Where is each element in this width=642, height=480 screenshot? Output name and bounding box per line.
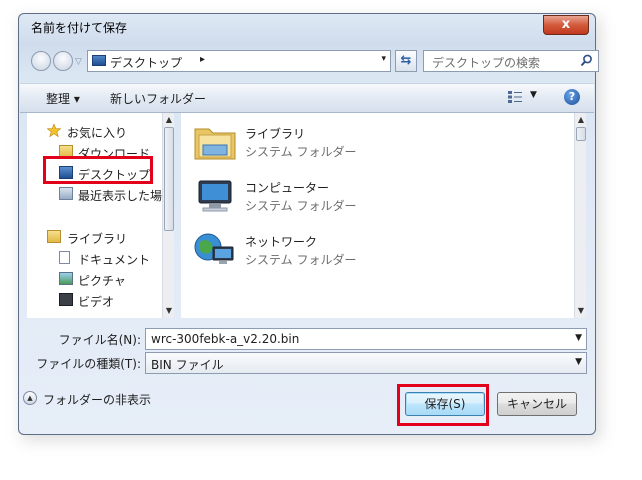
navigation-pane[interactable]: お気に入り ダウンロード デスクトップ 最近表示した場所 ライブラリ ドキュメン… — [27, 113, 174, 318]
hide-folders-label: フォルダーの非表示 — [43, 393, 152, 407]
item-type: システム フォルダー — [245, 145, 357, 159]
chevron-down-icon[interactable]: ▼ — [575, 333, 582, 343]
back-button[interactable] — [31, 51, 51, 71]
hide-folders-toggle[interactable]: ▲ フォルダーの非表示 — [23, 389, 163, 409]
filename-input[interactable]: wrc-300febk-a_v2.20.bin ▼ — [145, 328, 587, 350]
scrollbar-thumb[interactable] — [164, 127, 174, 231]
save-as-dialog: 名前を付けて保存 x ▽ デスクトップ ▸ ▾ ⇆ デスクトップの検索 整理 ▾… — [18, 13, 599, 435]
search-input[interactable]: デスクトップの検索 — [423, 50, 599, 72]
video-icon — [59, 293, 73, 306]
nav-item-favorites[interactable]: お気に入り — [27, 121, 174, 141]
desktop-highlight-box — [43, 156, 153, 184]
desktop-icon — [92, 55, 106, 66]
scrollbar-thumb[interactable] — [576, 127, 586, 141]
nav-item-pictures[interactable]: ピクチャ — [27, 269, 174, 289]
library-folder-icon — [194, 128, 236, 160]
file-list-scrollbar[interactable]: ▲ ▼ — [574, 113, 586, 318]
nav-item-recent-places[interactable]: 最近表示した場所 — [27, 184, 174, 204]
cancel-button[interactable]: キャンセル — [497, 392, 577, 416]
address-path[interactable]: デスクトップ — [110, 54, 182, 71]
navigation-pane-scrollbar[interactable]: ▲ ▼ — [162, 113, 174, 318]
list-item[interactable]: コンピューター システム フォルダー — [191, 173, 431, 223]
views-icon[interactable] — [508, 91, 522, 103]
filename-value[interactable]: wrc-300febk-a_v2.20.bin — [151, 332, 299, 346]
new-folder-button[interactable]: 新しいフォルダー — [110, 90, 206, 107]
file-list[interactable]: ライブラリ システム フォルダー コンピューター システム フォルダー ネットワ… — [181, 113, 586, 318]
computer-icon — [198, 180, 232, 212]
refresh-button[interactable]: ⇆ — [395, 50, 417, 72]
library-icon — [47, 230, 61, 243]
network-icon — [194, 233, 234, 264]
views-dropdown-icon[interactable]: ▼ — [530, 90, 537, 100]
nav-item-label: 最近表示した場所 — [78, 189, 174, 203]
item-name: コンピューター — [245, 181, 330, 195]
item-name: ネットワーク — [245, 235, 318, 249]
list-item[interactable]: ネットワーク システム フォルダー — [191, 227, 431, 277]
nav-item-label: ピクチャ — [78, 274, 126, 288]
star-icon — [47, 124, 61, 137]
nav-item-label: お気に入り — [67, 126, 128, 140]
save-highlight-box — [397, 384, 489, 426]
filename-label: ファイル名(N): — [58, 333, 141, 347]
chevron-down-icon[interactable]: ▾ — [381, 54, 386, 64]
picture-icon — [59, 272, 73, 285]
title-bar[interactable]: 名前を付けて保存 x — [19, 14, 595, 40]
scroll-down-icon[interactable]: ▼ — [163, 306, 174, 315]
navigation-row: ▽ デスクトップ ▸ ▾ ⇆ デスクトップの検索 — [29, 50, 599, 74]
chevron-up-icon: ▲ — [23, 391, 37, 405]
filetype-select[interactable]: BIN ファイル ▼ — [145, 352, 587, 374]
forward-button[interactable] — [53, 51, 73, 71]
filetype-label: ファイルの種類(T): — [36, 357, 141, 371]
item-type: システム フォルダー — [245, 199, 357, 213]
item-type: システム フォルダー — [245, 253, 357, 267]
nav-item-videos[interactable]: ビデオ — [27, 290, 174, 310]
nav-item-libraries[interactable]: ライブラリ — [27, 227, 174, 247]
refresh-icon: ⇆ — [400, 53, 412, 68]
search-placeholder: デスクトップの検索 — [432, 56, 541, 70]
scroll-down-icon[interactable]: ▼ — [575, 306, 586, 315]
recent-pages-dropdown-icon[interactable]: ▽ — [75, 57, 82, 67]
close-button[interactable]: x — [543, 15, 589, 35]
scroll-up-icon[interactable]: ▲ — [575, 115, 586, 124]
scroll-up-icon[interactable]: ▲ — [163, 115, 174, 124]
window-title: 名前を付けて保存 — [31, 21, 128, 35]
organize-menu[interactable]: 整理 ▾ — [46, 90, 80, 107]
address-bar[interactable]: デスクトップ ▸ ▾ — [87, 50, 391, 72]
list-item[interactable]: ライブラリ システム フォルダー — [191, 119, 431, 169]
nav-item-label: ドキュメント — [78, 253, 151, 267]
nav-item-documents[interactable]: ドキュメント — [27, 248, 174, 268]
nav-item-label: ライブラリ — [67, 232, 128, 246]
document-icon — [59, 251, 70, 264]
chevron-down-icon[interactable]: ▼ — [575, 357, 582, 367]
item-name: ライブラリ — [245, 127, 306, 141]
filetype-value[interactable]: BIN ファイル — [151, 356, 224, 373]
search-icon[interactable] — [580, 54, 593, 67]
nav-item-label: ビデオ — [78, 295, 115, 309]
chevron-right-icon[interactable]: ▸ — [200, 54, 205, 65]
recent-places-icon — [59, 187, 73, 200]
command-bar: 整理 ▾ 新しいフォルダー ▼ ? — [20, 83, 594, 113]
help-icon[interactable]: ? — [564, 89, 580, 105]
